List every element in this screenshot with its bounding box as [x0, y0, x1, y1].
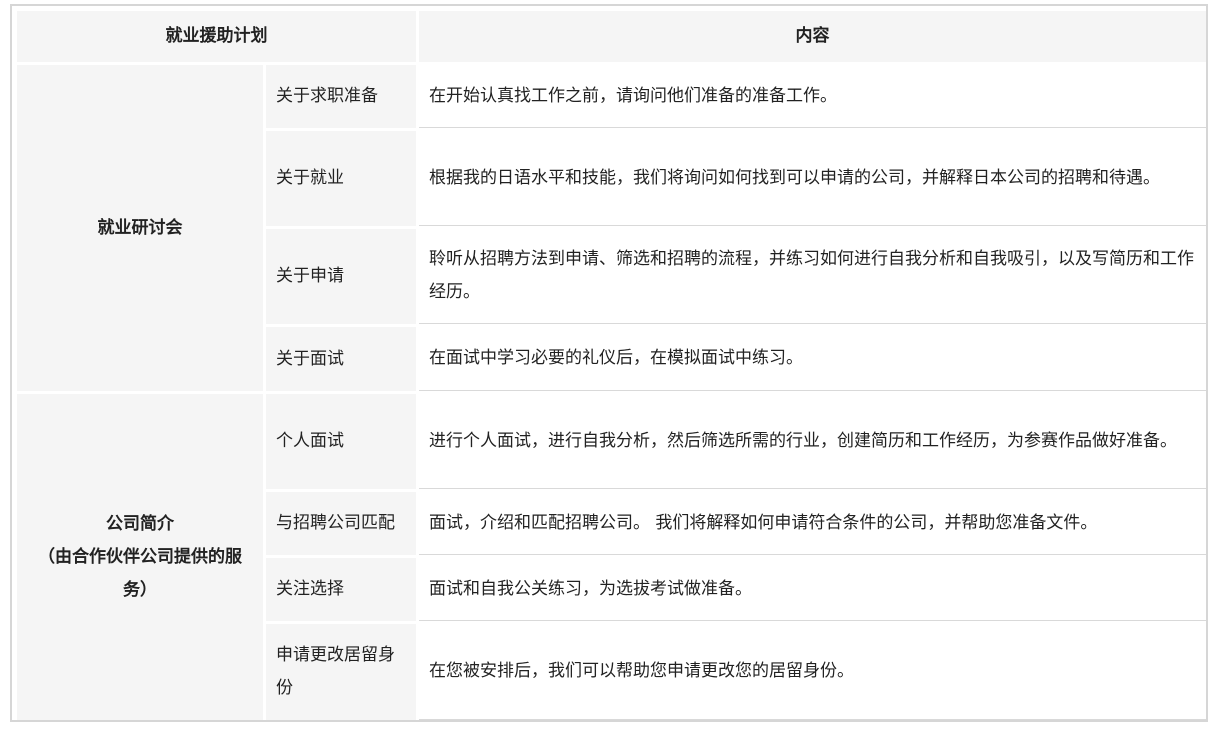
table-row: 公司简介 （由合作伙伴公司提供的服务） 个人面试 进行个人面试，进行自我分析，然… — [17, 394, 1206, 720]
group-company-intro: 公司简介 （由合作伙伴公司提供的服务） — [17, 394, 263, 720]
item-content: 聆听从招聘方法到申请、筛选和招聘的流程，并练习如何进行自我分析和自我吸引，以及写… — [419, 229, 1206, 324]
group-seminar: 就业研讨会 — [17, 65, 263, 391]
item-name: 关注选择 — [266, 558, 416, 621]
item-name: 关于求职准备 — [266, 65, 416, 128]
item-content: 在开始认真找工作之前，请询问他们准备的准备工作。 — [419, 65, 1206, 128]
item-name: 与招聘公司匹配 — [266, 492, 416, 555]
item-content: 在您被安排后，我们可以帮助您申请更改您的居留身份。 — [419, 624, 1206, 720]
table-row: 就业研讨会 关于求职准备 在开始认真找工作之前，请询问他们准备的准备工作。 — [17, 65, 1206, 391]
employment-support-table: 就业援助计划 内容 就业研讨会 关于求职准备 在开始认真找工作之前，请询问他们准… — [14, 8, 1209, 723]
item-name: 关于面试 — [266, 327, 416, 391]
item-name: 关于申请 — [266, 229, 416, 324]
item-name: 申请更改居留身份 — [266, 624, 416, 720]
item-name: 关于就业 — [266, 131, 416, 226]
group-title: 公司简介 — [106, 513, 174, 534]
item-content: 面试和自我公关练习，为选拔考试做准备。 — [419, 558, 1206, 621]
group-subtitle: （由合作伙伴公司提供的服务） — [38, 546, 242, 600]
header-plan: 就业援助计划 — [17, 11, 416, 62]
item-content: 根据我的日语水平和技能，我们将询问如何找到可以申请的公司，并解释日本公司的招聘和… — [419, 131, 1206, 226]
header-content: 内容 — [419, 11, 1206, 62]
item-content: 面试，介绍和匹配招聘公司。 我们将解释如何申请符合条件的公司，并帮助您准备文件。 — [419, 492, 1206, 555]
header-row: 就业援助计划 内容 — [17, 11, 1206, 62]
item-name: 个人面试 — [266, 394, 416, 489]
item-content: 在面试中学习必要的礼仪后，在模拟面试中练习。 — [419, 327, 1206, 391]
item-content: 进行个人面试，进行自我分析，然后筛选所需的行业，创建简历和工作经历，为参赛作品做… — [419, 394, 1206, 489]
